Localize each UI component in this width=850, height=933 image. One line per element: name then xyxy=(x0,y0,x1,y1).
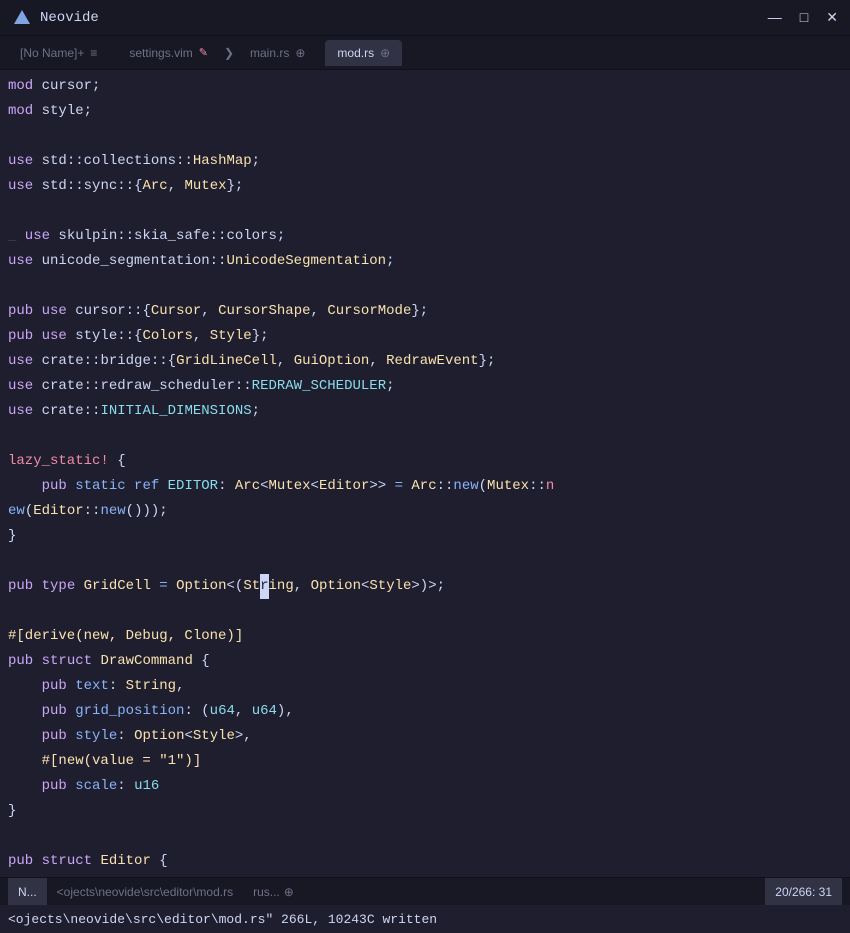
close-button[interactable]: ✕ xyxy=(826,9,838,26)
code-line: lazy_static! { xyxy=(0,449,850,474)
tab-menu-icon: ≡ xyxy=(90,46,97,60)
code-line: mod style; xyxy=(0,99,850,124)
code-line xyxy=(0,424,850,449)
tab-settings-vim[interactable]: settings.vim ✎ xyxy=(117,40,220,66)
command-line: <ojects\neovide\src\editor\mod.rs" 266L,… xyxy=(0,905,850,933)
code-line: use std::sync::{Arc, Mutex}; xyxy=(0,174,850,199)
status-filepath: <ojects\neovide\src\editor\mod.rs xyxy=(47,878,243,906)
editor-area[interactable]: mod cursor; mod style; use std::collecti… xyxy=(0,70,850,877)
tab-label: settings.vim xyxy=(129,46,192,60)
tab-icon: ⊕ xyxy=(295,46,305,60)
code-line: _ use skulpin::skia_safe::colors; xyxy=(0,224,850,249)
code-line: pub static ref EDITOR: Arc<Mutex<Editor>… xyxy=(0,474,850,499)
code-line xyxy=(0,824,850,849)
code-line: pub use cursor::{Cursor, CursorShape, Cu… xyxy=(0,299,850,324)
tab-separator: ❯ xyxy=(224,46,234,60)
status-mode: N... xyxy=(8,878,47,906)
code-line: } xyxy=(0,799,850,824)
code-line: pub struct Editor { xyxy=(0,849,850,874)
code-line: ew(Editor::new())); xyxy=(0,499,850,524)
code-line: } xyxy=(0,524,850,549)
tab-main-rs[interactable]: main.rs ⊕ xyxy=(238,40,317,66)
minimize-button[interactable]: — xyxy=(768,9,782,26)
tab-label: mod.rs xyxy=(337,46,374,60)
position-text: 20/266: 31 xyxy=(775,885,832,899)
code-line xyxy=(0,199,850,224)
filepath-text: <ojects\neovide\src\editor\mod.rs xyxy=(57,885,233,899)
tab-label: main.rs xyxy=(250,46,289,60)
code-line: pub scale: u16 xyxy=(0,774,850,799)
status-position: 20/266: 31 xyxy=(765,878,842,906)
code-line: use crate::bridge::{GridLineCell, GuiOpt… xyxy=(0,349,850,374)
code-line: #[derive(new, Debug, Clone)] xyxy=(0,624,850,649)
tab-modified-icon: ✎ xyxy=(199,46,208,59)
filetype-text: rus... xyxy=(253,885,280,899)
code-line xyxy=(0,549,850,574)
tab-bar: [No Name]+ ≡ settings.vim ✎ ❯ main.rs ⊕ … xyxy=(0,36,850,70)
tab-label: [No Name]+ xyxy=(20,46,84,60)
status-filetype: rus... ⊕ xyxy=(243,878,304,906)
app-logo xyxy=(12,8,32,28)
code-line xyxy=(0,599,850,624)
tab-mod-rs[interactable]: mod.rs ⊕ xyxy=(325,40,402,66)
code-line: pub style: Option<Style>, xyxy=(0,724,850,749)
app-title: Neovide xyxy=(40,10,99,26)
title-controls: — □ ✕ xyxy=(768,9,838,26)
code-line xyxy=(0,124,850,149)
maximize-button[interactable]: □ xyxy=(800,9,808,26)
status-right: 20/266: 31 xyxy=(765,878,842,906)
title-bar: Neovide — □ ✕ xyxy=(0,0,850,36)
code-line: mod cursor; xyxy=(0,74,850,99)
mode-text: N... xyxy=(18,885,37,899)
encoding-icon: ⊕ xyxy=(284,885,294,899)
code-line: use crate::redraw_scheduler::REDRAW_SCHE… xyxy=(0,374,850,399)
code-line: pub use style::{Colors, Style}; xyxy=(0,324,850,349)
code-line: use crate::INITIAL_DIMENSIONS; xyxy=(0,399,850,424)
code-line: pub struct DrawCommand { xyxy=(0,649,850,674)
tab-icon: ⊕ xyxy=(380,46,390,60)
code-line: #[new(value = "1")] xyxy=(0,749,850,774)
title-left: Neovide xyxy=(12,8,99,28)
code-line: use std::collections::HashMap; xyxy=(0,149,850,174)
code-line xyxy=(0,274,850,299)
status-bar: N... <ojects\neovide\src\editor\mod.rs r… xyxy=(0,877,850,905)
tab-no-name[interactable]: [No Name]+ ≡ xyxy=(8,40,109,66)
code-line: pub text: String, xyxy=(0,674,850,699)
code-line: use unicode_segmentation::UnicodeSegment… xyxy=(0,249,850,274)
cmd-text: <ojects\neovide\src\editor\mod.rs" 266L,… xyxy=(8,912,437,927)
code-line: pub type GridCell = Option<(String, Opti… xyxy=(0,574,850,599)
code-line: pub grid_position: (u64, u64), xyxy=(0,699,850,724)
